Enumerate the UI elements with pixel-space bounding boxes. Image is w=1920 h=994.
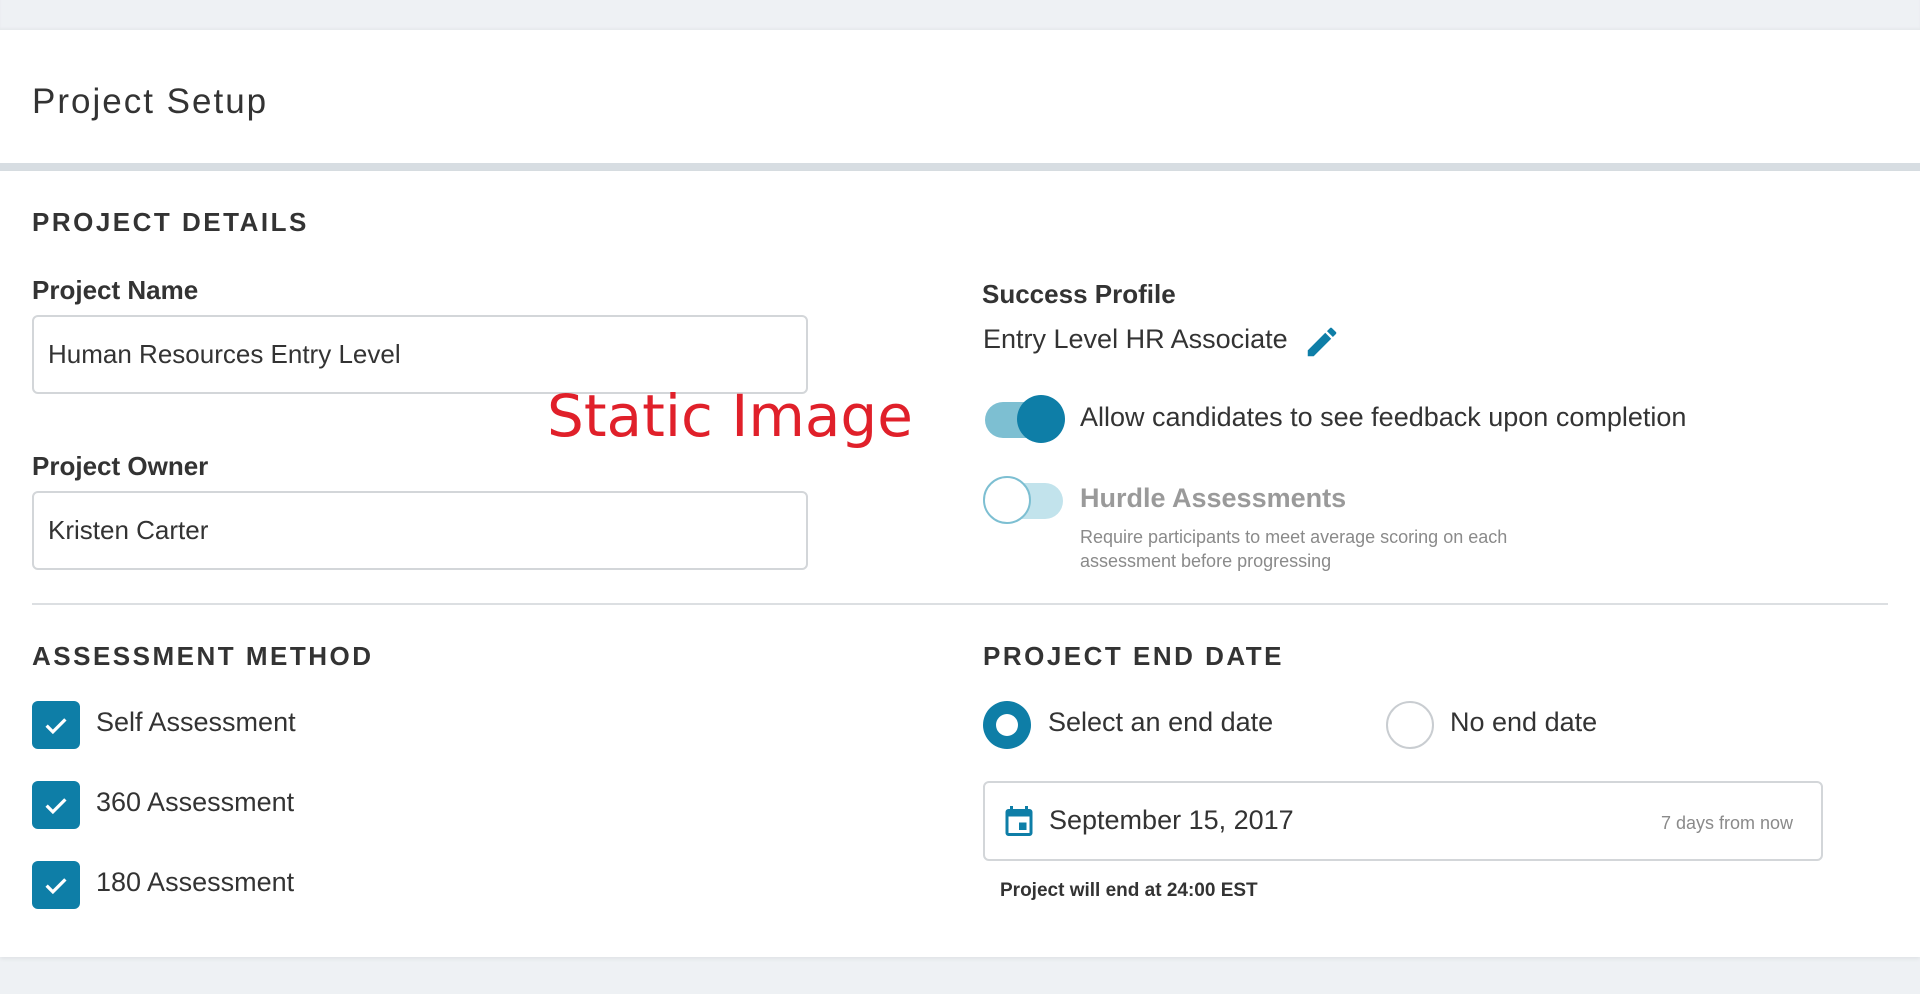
self-assessment-label: Self Assessment <box>96 707 296 737</box>
toggle-knob <box>983 476 1031 524</box>
project-owner-label: Project Owner <box>32 451 209 481</box>
header-divider <box>0 163 1920 171</box>
360-assessment-label: 360 Assessment <box>96 787 295 817</box>
calendar-icon <box>1001 803 1037 839</box>
feedback-toggle[interactable] <box>983 395 1065 443</box>
end-date-value: September 15, 2017 <box>1049 805 1294 835</box>
project-details-heading: PROJECT DETAILS <box>32 207 309 237</box>
checkmark-icon <box>45 798 67 815</box>
top-strip <box>0 0 1920 30</box>
assessment-method-heading: ASSESSMENT METHOD <box>32 641 374 671</box>
project-name-label: Project Name <box>32 275 199 305</box>
radio-dot <box>996 714 1018 736</box>
select-end-date-radio[interactable] <box>983 701 1031 749</box>
project-end-note: Project will end at 24:00 EST <box>1000 880 1258 901</box>
toggle-knob <box>1017 395 1065 443</box>
180-assessment-checkbox[interactable] <box>32 861 80 909</box>
hurdle-assessments-toggle[interactable] <box>983 476 1065 524</box>
checkmark-icon <box>45 718 67 735</box>
no-end-date-radio[interactable] <box>1386 701 1434 749</box>
feedback-toggle-label: Allow candidates to see feedback upon co… <box>1080 402 1687 432</box>
checkmark-icon <box>45 878 67 895</box>
hurdle-help-text: Require participants to meet average sco… <box>1080 525 1600 573</box>
page-title: Project Setup <box>32 82 269 121</box>
page-header: Project Setup <box>0 30 1920 163</box>
select-end-date-label: Select an end date <box>1048 707 1274 737</box>
success-profile-value: Entry Level HR Associate <box>983 324 1288 354</box>
end-date-picker[interactable]: September 15, 2017 7 days from now <box>983 781 1823 861</box>
static-image-overlay: Static Image <box>547 382 913 450</box>
no-end-date-label: No end date <box>1450 707 1598 737</box>
hurdle-help-line-2: assessment before progressing <box>1080 551 1332 571</box>
self-assessment-checkbox[interactable] <box>32 701 80 749</box>
180-assessment-label: 180 Assessment <box>96 867 295 897</box>
section-divider <box>32 603 1888 605</box>
360-assessment-checkbox[interactable] <box>32 781 80 829</box>
project-owner-input[interactable] <box>32 491 808 570</box>
end-date-hint: 7 days from now <box>1660 813 1793 833</box>
hurdle-assessments-label: Hurdle Assessments <box>1080 483 1347 513</box>
success-profile-label: Success Profile <box>982 279 1176 309</box>
project-end-date-heading: PROJECT END DATE <box>983 641 1284 671</box>
hurdle-help-line-1: Require participants to meet average sco… <box>1080 527 1508 547</box>
pencil-icon[interactable] <box>1303 323 1341 361</box>
